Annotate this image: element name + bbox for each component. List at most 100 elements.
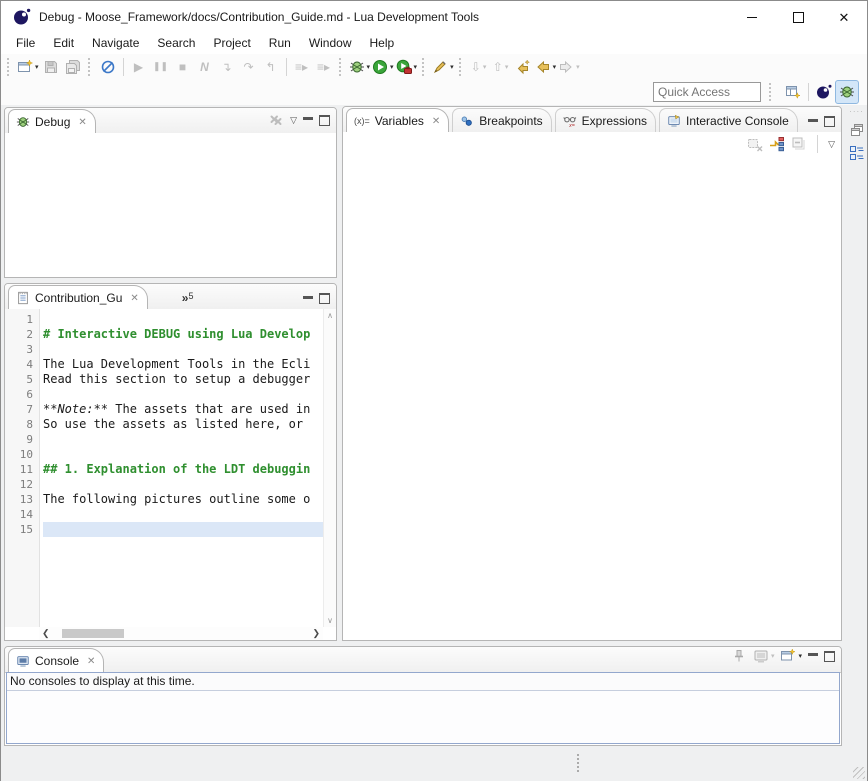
more-editors-chevron[interactable]: »5 [182, 291, 194, 309]
tab-variables[interactable]: (x)= Variables ✕ [346, 108, 449, 133]
editor-line-text[interactable] [43, 477, 323, 492]
editor-line[interactable]: 4The Lua Development Tools in the Ecli [5, 357, 323, 372]
show-logical-structure-icon[interactable] [769, 136, 785, 152]
display-selected-console-button[interactable]: ▾ [753, 645, 775, 667]
step-return-button[interactable]: ↰ [261, 56, 281, 78]
editor-line-text[interactable] [43, 432, 323, 447]
toolbar-drag-handle[interactable] [88, 58, 93, 76]
editor-line[interactable]: 9 [5, 432, 323, 447]
save-all-button[interactable] [63, 56, 83, 78]
toolbar-drag-handle[interactable] [769, 83, 774, 101]
maximize-view-icon[interactable] [824, 651, 835, 662]
forward-button[interactable]: ▾ [558, 56, 580, 78]
editor-line-text[interactable] [43, 342, 323, 357]
editor-line[interactable]: 7**Note:** The assets that are used in [5, 402, 323, 417]
terminate-button[interactable]: ■ [173, 56, 193, 78]
editor-line-number[interactable]: 14 [5, 507, 43, 522]
editor-line-number[interactable]: 15 [5, 522, 43, 537]
previous-annotation-button[interactable]: ⇧ ▾ [491, 56, 511, 78]
window-minimize-button[interactable] [729, 1, 775, 33]
external-tools-button[interactable]: ▾ [432, 56, 454, 78]
step-into-button[interactable]: ↴ [217, 56, 237, 78]
window-close-button[interactable]: ✕ [821, 1, 867, 33]
menu-help[interactable]: Help [361, 33, 404, 54]
run-launch-button[interactable]: ▾ [372, 56, 394, 78]
editor-line-number[interactable]: 4 [5, 357, 43, 372]
lua-perspective-button[interactable] [813, 81, 835, 103]
menu-edit[interactable]: Edit [44, 33, 83, 54]
use-step-filters-button[interactable]: ≡▸ [314, 56, 334, 78]
editor-line[interactable]: 2# Interactive DEBUG using Lua Develop [5, 327, 323, 342]
back-button[interactable]: ▾ [535, 56, 557, 78]
editor-line-number[interactable]: 8 [5, 417, 43, 432]
editor-line-text[interactable]: **Note:** The assets that are used in [43, 402, 323, 417]
editor-line[interactable]: 15 [5, 522, 323, 537]
maximize-view-icon[interactable] [319, 115, 330, 126]
tab-expressions[interactable]: x= Expressions [555, 108, 656, 133]
editor-lines[interactable]: 12# Interactive DEBUG using Lua Develop3… [5, 309, 323, 627]
editor-line[interactable]: 6 [5, 387, 323, 402]
editor-line-text[interactable]: The following pictures outline some o [43, 492, 323, 507]
toolbar-drag-handle[interactable] [459, 58, 464, 76]
editor-line[interactable]: 12 [5, 477, 323, 492]
minimize-view-icon[interactable] [303, 296, 313, 302]
toolbar-drag-handle[interactable] [339, 58, 344, 76]
scroll-right-icon[interactable]: ❯ [312, 628, 320, 639]
restore-view-icon[interactable] [849, 122, 865, 138]
editor-line-number[interactable]: 6 [5, 387, 43, 402]
pin-console-icon[interactable] [731, 648, 747, 664]
run-last-tool-button[interactable]: ▾ [396, 56, 418, 78]
editor-line[interactable]: 13The following pictures outline some o [5, 492, 323, 507]
menu-project[interactable]: Project [204, 33, 259, 54]
tab-contribution-guide[interactable]: Contribution_Gu ✕ [8, 285, 148, 310]
scrollbar-thumb[interactable] [62, 629, 124, 638]
open-perspective-button[interactable] [783, 81, 803, 103]
status-bar-drag-handle[interactable] [577, 754, 581, 772]
step-over-button[interactable]: ↷ [239, 56, 259, 78]
close-icon[interactable]: ✕ [130, 293, 138, 304]
editor-line[interactable]: 10 [5, 447, 323, 462]
editor-line-number[interactable]: 5 [5, 372, 43, 387]
menu-search[interactable]: Search [148, 33, 204, 54]
editor-line[interactable]: 5Read this section to setup a debugger [5, 372, 323, 387]
tab-breakpoints[interactable]: Breakpoints [452, 108, 551, 133]
editor-line-number[interactable]: 11 [5, 462, 43, 477]
menu-window[interactable]: Window [300, 33, 361, 54]
close-icon[interactable]: ✕ [87, 656, 95, 667]
editor-horizontal-scrollbar[interactable]: ❮ ❯ [39, 627, 323, 640]
editor-line-number[interactable]: 2 [5, 327, 43, 342]
editor-line-number[interactable]: 1 [5, 312, 43, 327]
disconnect-button[interactable]: N [195, 56, 215, 78]
quick-access-input[interactable] [653, 82, 761, 102]
tab-debug[interactable]: Debug ✕ [8, 109, 96, 134]
tab-console[interactable]: Console ✕ [8, 648, 104, 673]
drop-to-frame-button[interactable]: ≡▸ [292, 56, 312, 78]
editor-line-text[interactable] [43, 522, 323, 537]
editor-line-number[interactable]: 13 [5, 492, 43, 507]
save-button[interactable] [41, 56, 61, 78]
suspend-button[interactable]: ❚❚ [151, 56, 171, 78]
menu-navigate[interactable]: Navigate [83, 33, 148, 54]
outline-view-icon[interactable] [849, 145, 865, 161]
debug-launch-button[interactable]: ▾ [349, 56, 371, 78]
collapse-all-icon[interactable] [791, 136, 807, 152]
view-menu-icon[interactable]: ▽ [828, 139, 835, 150]
editor-line-text[interactable]: The Lua Development Tools in the Ecli [43, 357, 323, 372]
editor-line-text[interactable] [43, 387, 323, 402]
editor-line-text[interactable] [43, 447, 323, 462]
editor-line-number[interactable]: 12 [5, 477, 43, 492]
editor-line-number[interactable]: 10 [5, 447, 43, 462]
window-resize-grip[interactable] [853, 767, 865, 779]
editor-line[interactable]: 14 [5, 507, 323, 522]
next-annotation-button[interactable]: ⇩ ▾ [469, 56, 489, 78]
editor-line[interactable]: 3 [5, 342, 323, 357]
scroll-left-icon[interactable]: ❮ [42, 628, 50, 639]
editor-line-text[interactable] [43, 312, 323, 327]
close-icon[interactable]: ✕ [432, 116, 440, 127]
editor-line[interactable]: 1 [5, 312, 323, 327]
editor-line-text[interactable]: # Interactive DEBUG using Lua Develop [43, 327, 323, 342]
remove-all-terminated-icon[interactable] [268, 112, 284, 128]
drag-handle-dots[interactable]: ···· [849, 109, 864, 115]
editor-line-text[interactable] [43, 507, 323, 522]
editor-line[interactable]: 11## 1. Explanation of the LDT debuggin [5, 462, 323, 477]
